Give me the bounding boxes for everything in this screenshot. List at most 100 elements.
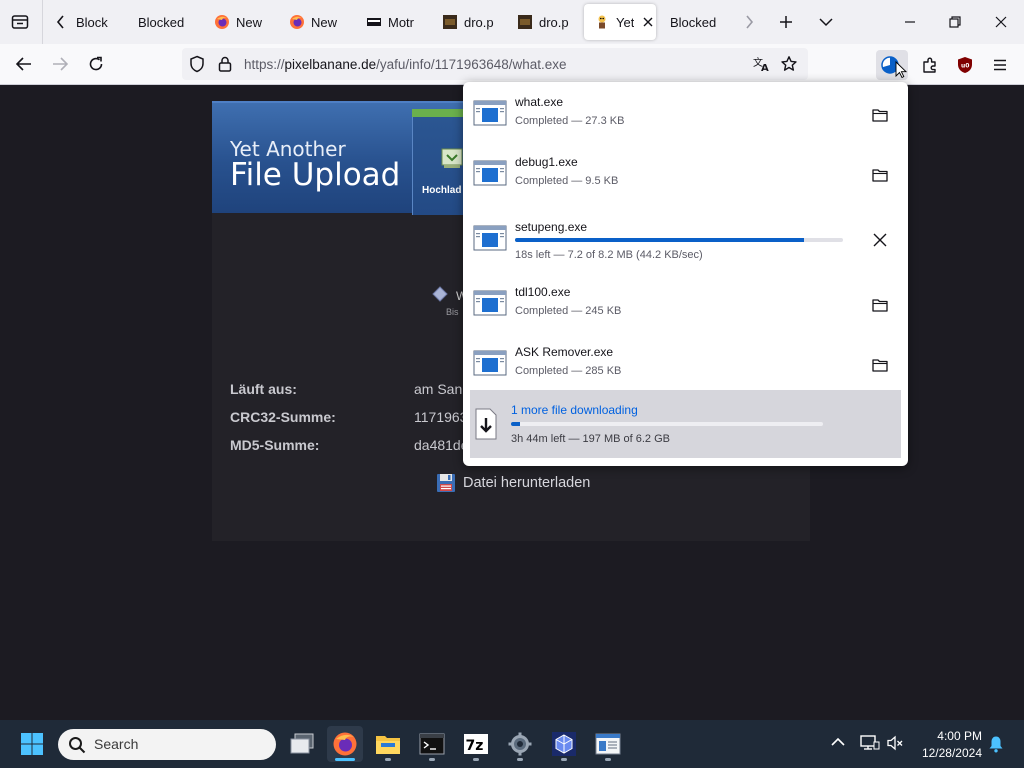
settings-icon xyxy=(508,732,532,756)
url-bar[interactable]: https://pixelbanane.de/yafu/info/1171963… xyxy=(182,48,808,80)
tab-2[interactable]: New xyxy=(214,4,270,40)
tab-8[interactable]: Blocked xyxy=(670,4,730,40)
window-minimize-button[interactable] xyxy=(896,8,924,36)
folder-icon xyxy=(872,359,888,372)
tab-1[interactable]: Blocked xyxy=(138,4,196,40)
downloads-panel: what.exe Completed — 27.3 KB debug1.exe … xyxy=(463,82,908,466)
info-value-crc32: 1171963 xyxy=(414,409,468,425)
taskbar-settings[interactable] xyxy=(502,726,538,762)
downloads-summary-status: 3h 44m left — 197 MB of 6.2 GB xyxy=(511,433,670,445)
cancel-icon xyxy=(873,233,887,247)
chevron-up-icon[interactable] xyxy=(830,734,846,750)
upload-nav-icon[interactable] xyxy=(440,147,464,169)
download-item-what-exe[interactable]: what.exe Completed — 27.3 KB xyxy=(463,86,908,142)
tab-3[interactable]: New xyxy=(289,4,345,40)
firefox-view-button[interactable] xyxy=(6,8,34,36)
back-button[interactable] xyxy=(9,50,39,78)
taskbar-search-box[interactable]: Search xyxy=(58,729,276,760)
forward-button[interactable] xyxy=(45,50,75,78)
network-icon[interactable] xyxy=(860,734,880,752)
navigation-toolbar: https://pixelbanane.de/yafu/info/1171963… xyxy=(0,44,1024,85)
taskbar-cube-app[interactable] xyxy=(546,726,582,762)
tab-label: Blocked xyxy=(670,14,717,30)
active-app-indicator xyxy=(335,758,355,761)
download-file-name: ASK Remover.exe xyxy=(515,345,614,359)
bookmark-star-icon[interactable] xyxy=(780,55,798,73)
notification-bell-icon[interactable] xyxy=(988,735,1004,753)
windows-start-icon[interactable] xyxy=(20,732,44,756)
download-file-link[interactable]: Datei herunterladen xyxy=(436,473,590,493)
lock-icon[interactable] xyxy=(216,55,234,73)
search-icon xyxy=(69,737,86,754)
taskbar-clock-time[interactable]: 4:00 PM xyxy=(922,729,982,743)
downloads-summary-title[interactable]: 1 more file downloading xyxy=(511,403,638,417)
svg-text:u0: u0 xyxy=(961,63,969,70)
downloads-summary-row[interactable]: 1 more file downloading 3h 44m left — 19… xyxy=(470,390,901,458)
download-item-tdl100-exe[interactable]: tdl100.exe Completed — 245 KB xyxy=(463,276,908,332)
tracking-protection-shield-icon[interactable] xyxy=(188,55,206,73)
tab-close-button[interactable] xyxy=(640,14,656,30)
cube-app-icon xyxy=(552,732,576,756)
ublock-origin-button[interactable]: u0 xyxy=(951,50,979,80)
tab-label: dro.p xyxy=(539,14,569,30)
close-icon xyxy=(995,16,1007,28)
taskbar-notepad-app[interactable] xyxy=(590,726,626,762)
show-in-folder-button[interactable] xyxy=(867,352,893,378)
minimize-icon xyxy=(905,21,915,23)
tab-0[interactable]: Block xyxy=(76,4,116,40)
running-app-indicator xyxy=(561,758,567,761)
show-in-folder-button[interactable] xyxy=(867,162,893,188)
arrow-right-icon xyxy=(53,57,68,71)
taskbar-task-view[interactable] xyxy=(284,726,320,762)
download-item-debug1-exe[interactable]: debug1.exe Completed — 9.5 KB xyxy=(463,146,908,202)
taskbar-terminal[interactable] xyxy=(414,726,450,762)
show-in-folder-button[interactable] xyxy=(867,102,893,128)
running-app-indicator xyxy=(473,758,479,761)
tab-active[interactable]: Yet xyxy=(584,4,656,40)
ublock-shield-icon: u0 xyxy=(958,57,972,73)
url-prefix: https:// xyxy=(244,57,285,72)
reload-button[interactable] xyxy=(81,50,111,78)
puzzle-icon xyxy=(923,57,936,73)
window-close-button[interactable] xyxy=(987,8,1015,36)
window-restore-button[interactable] xyxy=(941,8,969,36)
chevron-right-icon xyxy=(746,15,754,29)
volume-muted-icon[interactable] xyxy=(886,734,904,752)
tab-scroll-left-button[interactable] xyxy=(50,8,72,36)
taskbar-clock-date[interactable]: 12/28/2024 xyxy=(912,746,982,760)
tab-label: New xyxy=(311,14,338,30)
download-file-name: tdl100.exe xyxy=(515,285,571,299)
list-all-tabs-button[interactable] xyxy=(814,8,838,36)
svg-text:7z: 7z xyxy=(466,738,484,754)
running-app-indicator xyxy=(517,758,523,761)
taskbar-file-explorer[interactable] xyxy=(370,726,406,762)
taskbar-7zip[interactable]: 7z xyxy=(458,726,494,762)
show-in-folder-button[interactable] xyxy=(867,292,893,318)
tab-5[interactable]: dro.p xyxy=(442,4,498,40)
download-item-setupeng-exe[interactable]: setupeng.exe 18s left — 7.2 of 8.2 MB (4… xyxy=(463,211,908,267)
exe-file-icon xyxy=(473,290,507,316)
download-progress-icon xyxy=(881,56,907,78)
tab-6[interactable]: dro.p xyxy=(517,4,573,40)
downloads-summary-progress-fill xyxy=(511,422,521,426)
tab-scroll-right-button[interactable] xyxy=(738,8,760,36)
app-menu-button[interactable] xyxy=(986,50,1014,80)
download-item-ask-remover-exe[interactable]: ASK Remover.exe Completed — 285 KB xyxy=(463,336,908,392)
taskbar-firefox[interactable] xyxy=(327,726,363,762)
exe-file-icon xyxy=(473,225,507,251)
new-tab-button[interactable] xyxy=(774,8,798,36)
banner-upload-nav-link[interactable]: Hochlad xyxy=(422,185,461,196)
info-label-expires: Läuft aus: xyxy=(230,381,297,397)
download-progress-fill xyxy=(515,238,804,242)
download-status: Completed — 245 KB xyxy=(515,305,622,317)
tab-4[interactable]: Motr xyxy=(366,4,422,40)
url-path: /yafu/info/1171963648/what.exe xyxy=(376,57,567,72)
downloads-summary-progress-bar xyxy=(511,422,823,426)
cancel-download-button[interactable] xyxy=(867,227,893,253)
downloads-button[interactable] xyxy=(876,50,908,80)
page-bis-text: Bis xyxy=(446,307,459,317)
translate-icon[interactable]: 文A xyxy=(752,55,772,73)
extensions-button[interactable] xyxy=(916,50,944,80)
url-text[interactable]: https://pixelbanane.de/yafu/info/1171963… xyxy=(244,57,567,72)
tab-label: Blocked xyxy=(138,14,185,30)
